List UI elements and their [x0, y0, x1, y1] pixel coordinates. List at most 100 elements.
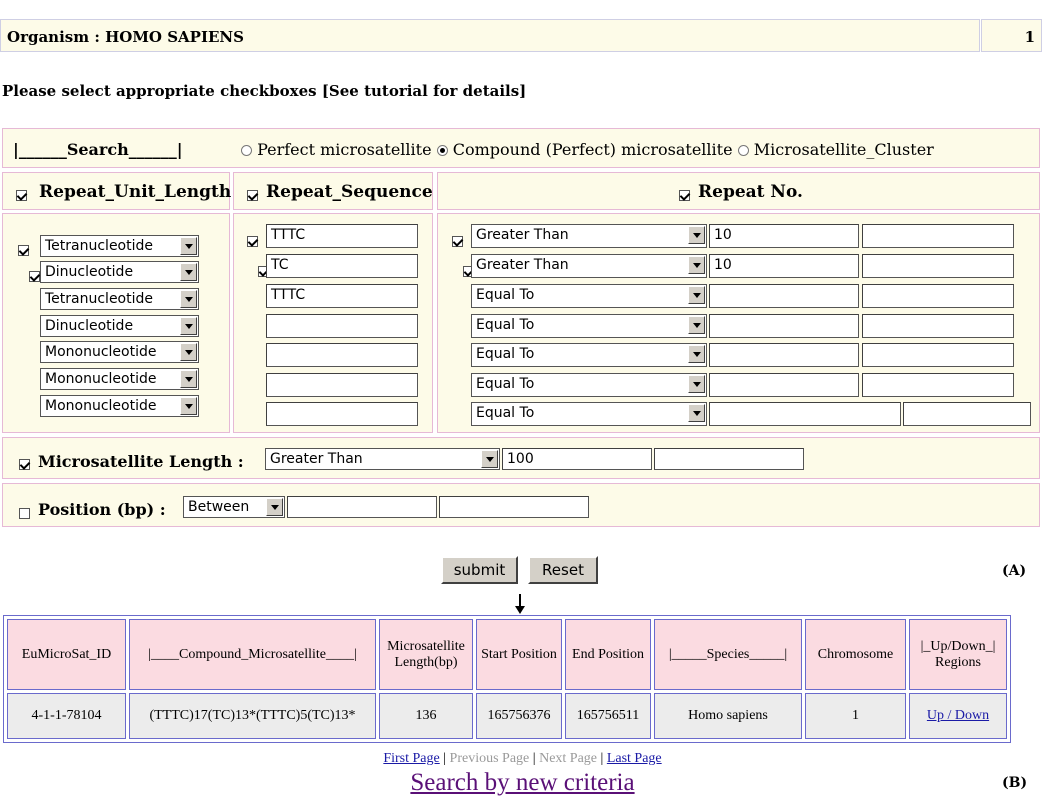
position-checkbox[interactable]	[19, 508, 30, 519]
position-operator-select[interactable]: Between	[183, 496, 285, 518]
arrow-down-icon	[515, 594, 525, 614]
repeat-no-value-input[interactable]: 10	[709, 224, 859, 248]
repeat-no-value2-input[interactable]	[862, 343, 1014, 367]
repeat-no-operator-select[interactable]: Equal To	[471, 314, 707, 338]
unit-length-select[interactable]: Mononucleotide	[40, 395, 199, 417]
repeat-no-value2-input[interactable]	[862, 373, 1014, 397]
unit-length-select[interactable]: Dinucleotide	[40, 315, 199, 337]
last-page-link[interactable]: Last Page	[607, 751, 662, 766]
label-b: (B)	[1002, 775, 1028, 791]
chevron-down-icon	[180, 317, 197, 335]
col-compound-microsatellite: |____Compound_Microsatellite____|	[129, 619, 376, 690]
position-start-input[interactable]	[287, 496, 437, 518]
position-panel: Position (bp) : Between	[2, 483, 1040, 527]
repeat-no-value2-input[interactable]	[862, 314, 1014, 338]
col-up-down-regions: |_Up/Down_| Regions	[909, 619, 1007, 690]
radio-compound-microsatellite[interactable]	[436, 145, 448, 156]
col-microsatellite-length: Microsatellite Length(bp)	[379, 619, 473, 690]
repeat-no-value-input[interactable]: 10	[709, 254, 859, 278]
repeat-sequence-input[interactable]: TTTC	[266, 284, 418, 308]
unit-length-select[interactable]: Dinucleotide	[40, 261, 199, 283]
col-eumicrosat-id: EuMicroSat_ID	[7, 619, 126, 690]
repeat-unit-length-title: Repeat_Unit_Length	[39, 182, 232, 202]
cell-compound: (TTTC)17(TC)13*(TTTC)5(TC)13*	[129, 693, 376, 739]
repeat-no-value-input[interactable]	[709, 373, 859, 397]
first-page-link[interactable]: First Page	[383, 751, 439, 766]
unit-row-checkbox[interactable]	[18, 245, 29, 256]
repeat-no-checkbox[interactable]	[679, 190, 690, 201]
cell-species: Homo sapiens	[654, 693, 802, 739]
repeat-no-value-input[interactable]	[709, 343, 859, 367]
results-table: EuMicroSat_ID |____Compound_Microsatelli…	[3, 615, 1011, 743]
repeat-no-value2-input[interactable]	[903, 402, 1031, 426]
repeat-sequence-input[interactable]	[266, 314, 418, 338]
repeat-sequence-checkbox[interactable]	[247, 190, 258, 201]
repeat-sequence-input[interactable]	[266, 373, 418, 397]
up-down-link[interactable]: Up / Down	[927, 708, 989, 723]
unit-length-select[interactable]: Mononucleotide	[40, 368, 199, 390]
cell-id: 4-1-1-78104	[7, 693, 126, 739]
position-label: Position (bp) :	[38, 500, 166, 519]
unit-length-select[interactable]: Tetranucleotide	[40, 288, 199, 310]
repeat-no-operator-select[interactable]: Equal To	[471, 284, 707, 308]
cell-chromosome: 1	[805, 693, 906, 739]
chevron-down-icon	[180, 263, 197, 281]
microsatellite-length-value-input[interactable]: 100	[502, 448, 652, 470]
microsatellite-length-panel: Microsatellite Length : Greater Than 100	[2, 437, 1040, 479]
repeat-sequence-header: Repeat_Sequence	[233, 172, 433, 210]
repeat-sequence-input[interactable]: TTTC	[266, 224, 418, 248]
repeat-sequence-input[interactable]	[266, 402, 418, 426]
repeat-unit-length-checkbox[interactable]	[16, 190, 27, 201]
repeat-sequence-panel: TTTC TC TTTC	[233, 213, 433, 433]
label-a: (A)	[1002, 563, 1027, 579]
chevron-down-icon	[266, 498, 283, 516]
unit-row-checkbox[interactable]	[29, 271, 40, 282]
repeat-no-value2-input[interactable]	[862, 254, 1014, 278]
chevron-down-icon	[688, 256, 705, 274]
microsatellite-length-value2-input[interactable]	[654, 448, 804, 470]
position-end-input[interactable]	[439, 496, 589, 518]
sequence-row-checkbox[interactable]	[247, 236, 258, 247]
repeat-no-value-input[interactable]	[709, 284, 859, 308]
unit-length-select[interactable]: Mononucleotide	[40, 341, 199, 363]
chevron-down-icon	[180, 237, 197, 255]
chevron-down-icon	[180, 343, 197, 361]
next-page-text: Next Page	[539, 751, 598, 766]
col-species: |_____Species_____|	[654, 619, 802, 690]
repeat-no-operator-select[interactable]: Equal To	[471, 402, 707, 426]
col-start-position: Start Position	[476, 619, 562, 690]
repeat-no-operator-select[interactable]: Greater Than	[471, 224, 707, 248]
repeat-sequence-input[interactable]	[266, 343, 418, 367]
repeat-no-operator-select[interactable]: Equal To	[471, 343, 707, 367]
submit-button[interactable]: submit	[441, 556, 518, 584]
repeat-no-operator-select[interactable]: Equal To	[471, 373, 707, 397]
microsatellite-length-checkbox[interactable]	[19, 459, 30, 470]
repeat-no-row-checkbox[interactable]	[452, 236, 463, 247]
organism-label: Organism : HOMO SAPIENS	[7, 28, 244, 46]
cell-start: 165756376	[476, 693, 562, 739]
repeat-no-panel: Greater Than 10 Greater Than 10 Equal To Equa…	[437, 213, 1040, 433]
search-by-new-criteria-link[interactable]: Search by new criteria	[0, 769, 1045, 797]
repeat-no-value2-input[interactable]	[862, 284, 1014, 308]
col-chromosome: Chromosome	[805, 619, 906, 690]
microsatellite-length-operator-select[interactable]: Greater Than	[265, 448, 500, 470]
chevron-down-icon	[688, 226, 705, 244]
radio-label-compound: Compound (Perfect) microsatellite	[452, 140, 733, 159]
chevron-down-icon	[688, 316, 705, 334]
results-header-row: EuMicroSat_ID |____Compound_Microsatelli…	[7, 619, 1007, 690]
cell-up-down: Up / Down	[909, 693, 1007, 739]
repeat-no-value-input[interactable]	[709, 314, 859, 338]
chevron-down-icon	[180, 370, 197, 388]
repeat-no-operator-select[interactable]: Greater Than	[471, 254, 707, 278]
page-number: 1	[1024, 28, 1035, 46]
radio-microsatellite-cluster[interactable]	[737, 145, 749, 156]
unit-length-select[interactable]: Tetranucleotide	[40, 235, 199, 257]
repeat-no-value-input[interactable]	[709, 402, 901, 426]
radio-perfect-microsatellite[interactable]	[241, 145, 252, 156]
repeat-no-value2-input[interactable]	[862, 224, 1014, 248]
pager: First Page | Previous Page | Next Page |…	[383, 751, 662, 766]
cell-length: 136	[379, 693, 473, 739]
reset-button[interactable]: Reset	[528, 556, 598, 584]
repeat-sequence-input[interactable]: TC	[266, 254, 418, 278]
repeat-unit-length-panel: Tetranucleotide Dinucleotide Tetranucleoti…	[2, 213, 230, 433]
